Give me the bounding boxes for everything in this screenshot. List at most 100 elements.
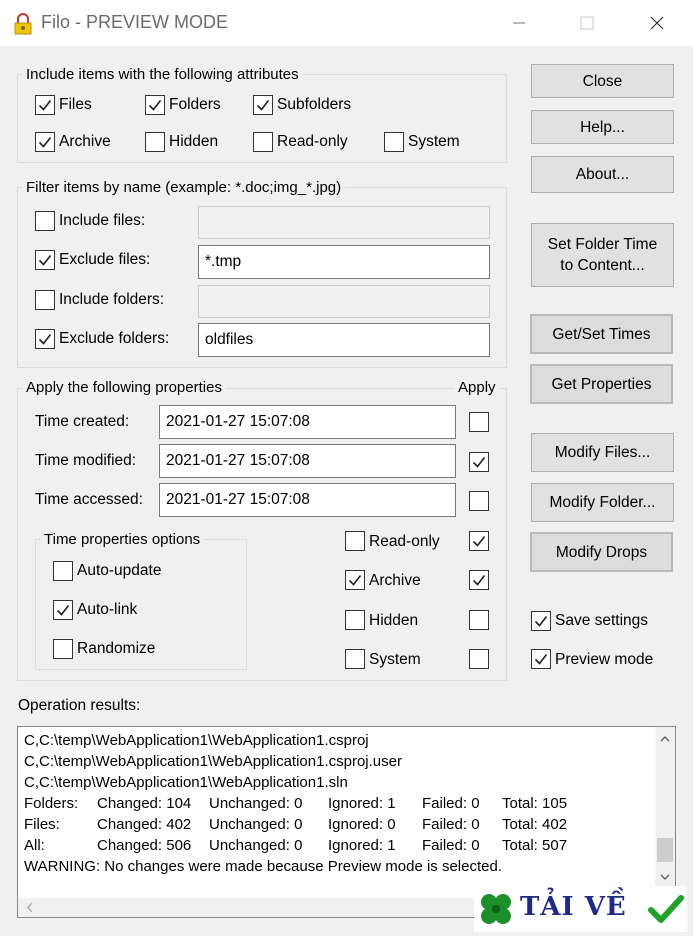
save-settings-label: Save settings [555,612,649,629]
time-created-input[interactable]: 2021-01-27 15:07:08 [159,405,456,439]
modify-files-button[interactable]: Modify Files... [531,433,674,472]
prop-archive-apply-checkbox[interactable] [469,570,489,590]
set-folder-time-button[interactable]: Set Folder Time to Content... [531,223,674,287]
hidden-checkbox[interactable] [145,132,165,152]
maximize-icon[interactable] [564,8,610,38]
prop-system-label: System [369,651,421,668]
check-mark-icon [38,100,52,111]
save-settings-checkbox[interactable] [531,611,551,631]
exclude-files-input[interactable]: *.tmp [198,245,490,279]
stats-folders-label: Folders: [24,795,79,812]
modify-drops-button[interactable]: Modify Drops [530,532,673,572]
read-only-checkbox[interactable] [253,132,273,152]
about-button[interactable]: About... [531,156,674,193]
get-set-times-button[interactable]: Get/Set Times [530,314,673,354]
time-modified-apply-checkbox[interactable] [469,452,489,472]
randomize-checkbox[interactable] [53,639,73,659]
watermark: TẢI VỀ [474,886,687,932]
folders-label: Folders [169,96,221,113]
check-mark-icon [472,536,486,547]
include-folders-checkbox[interactable] [35,290,55,310]
stats-all-changed: Changed: 506 [97,837,192,854]
prop-read-only-checkbox[interactable] [345,531,365,551]
prop-hidden-checkbox[interactable] [345,610,365,630]
exclude-files-label: Exclude files: [59,251,151,268]
stats-files-unchanged: Unchanged: 0 [209,816,303,833]
close-button[interactable]: Close [531,64,674,98]
stats-all-label: All: [24,837,45,854]
stats-all-total: Total: 507 [502,837,568,854]
randomize-label: Randomize [77,640,156,657]
check-mark-icon [148,100,162,111]
hidden-label: Hidden [169,133,219,150]
time-modified-label: Time modified: [35,452,137,469]
include-files-input[interactable] [198,206,490,239]
exclude-files-checkbox[interactable] [35,250,55,270]
time-modified-input[interactable]: 2021-01-27 15:07:08 [159,444,456,478]
auto-link-checkbox[interactable] [53,600,73,620]
check-mark-icon [38,137,52,148]
exclude-folders-label: Exclude folders: [59,330,170,347]
time-accessed-apply-checkbox[interactable] [469,491,489,511]
help-button[interactable]: Help... [531,110,674,144]
prop-hidden-apply-checkbox[interactable] [469,610,489,630]
scroll-up-icon[interactable] [655,729,675,749]
auto-link-label: Auto-link [77,601,138,618]
time-created-label: Time created: [35,413,130,430]
include-folders-input[interactable] [198,285,490,318]
read-only-label: Read-only [277,133,348,150]
prop-system-checkbox[interactable] [345,649,365,669]
get-properties-button[interactable]: Get Properties [530,364,673,404]
system-checkbox[interactable] [384,132,404,152]
time-created-apply-checkbox[interactable] [469,412,489,432]
check-mark-icon [472,457,486,468]
subfolders-checkbox[interactable] [253,95,273,115]
result-line: C,C:\temp\WebApplication1\WebApplication… [24,732,369,749]
vertical-scrollbar[interactable] [655,727,675,899]
exclude-folders-checkbox[interactable] [35,329,55,349]
stats-folders-changed: Changed: 104 [97,795,192,812]
check-mark-icon [56,605,70,616]
time-accessed-input[interactable]: 2021-01-27 15:07:08 [159,483,456,517]
auto-update-checkbox[interactable] [53,561,73,581]
check-mark-icon [348,575,362,586]
stats-files-failed: Failed: 0 [422,816,480,833]
include-files-label: Include files: [59,212,146,229]
archive-checkbox[interactable] [35,132,55,152]
result-line: C,C:\temp\WebApplication1\WebApplication… [24,774,348,791]
prop-archive-checkbox[interactable] [345,570,365,590]
prop-system-apply-checkbox[interactable] [469,649,489,669]
properties-group-label: Apply the following properties [22,379,226,396]
check-mark-icon [534,616,548,627]
auto-update-label: Auto-update [77,562,162,579]
files-checkbox[interactable] [35,95,55,115]
set-folder-time-line2: to Content... [560,257,645,274]
title-bar: Filo - PREVIEW MODE [0,0,693,46]
stats-files-total: Total: 402 [502,816,568,833]
operation-results-label: Operation results: [18,697,141,714]
prop-read-only-apply-checkbox[interactable] [469,531,489,551]
scroll-left-icon[interactable] [20,898,40,917]
scroll-down-icon[interactable] [655,867,675,887]
stats-files-changed: Changed: 402 [97,816,192,833]
include-folders-label: Include folders: [59,291,165,308]
folders-checkbox[interactable] [145,95,165,115]
minimize-icon[interactable] [496,8,542,38]
stats-folders-unchanged: Unchanged: 0 [209,795,303,812]
warning-line: WARNING: No changes were made because Pr… [24,858,502,875]
subfolders-label: Subfolders [277,96,352,113]
time-accessed-label: Time accessed: [35,491,143,508]
files-label: Files [59,96,92,113]
stats-folders-failed: Failed: 0 [422,795,480,812]
preview-mode-label: Preview mode [555,651,654,668]
close-icon[interactable] [634,8,680,38]
stats-all-failed: Failed: 0 [422,837,480,854]
scroll-thumb[interactable] [657,838,673,862]
exclude-folders-input[interactable]: oldfiles [198,323,490,357]
stats-folders-ignored: Ignored: 1 [328,795,396,812]
include-files-checkbox[interactable] [35,211,55,231]
preview-mode-checkbox[interactable] [531,649,551,669]
time-options-group-label: Time properties options [40,531,205,548]
system-label: System [408,133,460,150]
modify-folder-button[interactable]: Modify Folder... [531,483,674,522]
